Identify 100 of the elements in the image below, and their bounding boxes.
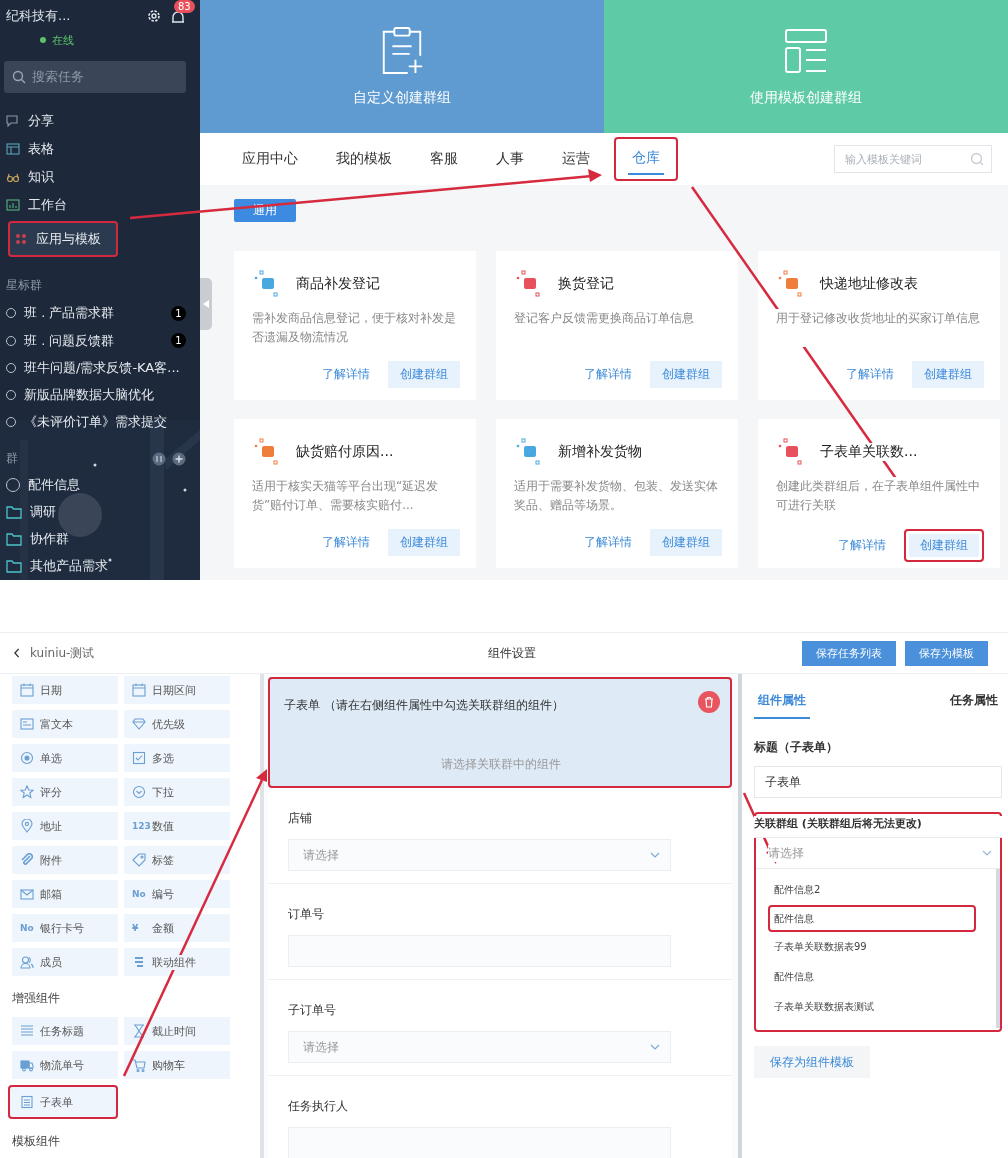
group-item[interactable]: 班 . 产品需求群 1 [0, 299, 200, 328]
star-icon [20, 785, 34, 799]
radio-icon [20, 751, 34, 765]
nav-item[interactable]: 分享 [0, 106, 200, 135]
component-item[interactable]: 地址 [12, 812, 118, 840]
subform-card[interactable]: 子表单 （请在右侧组件属性中勾选关联群组的组件） 请选择关联群中的组件 [268, 677, 732, 788]
component-item[interactable]: 附件 [12, 846, 118, 874]
template-search-field[interactable]: 输入模板关键词 [834, 145, 992, 173]
chat-icon [6, 113, 20, 128]
section-title: 星标群 [5, 276, 43, 294]
caret-icon [203, 300, 209, 308]
dropdown-option[interactable]: 配件信息 [768, 905, 976, 932]
field-label: 标题（子表单） [754, 739, 839, 756]
component-item[interactable]: 评分 [12, 778, 118, 806]
group-item[interactable]: 配件信息 [0, 471, 200, 499]
group-item[interactable]: 新版品牌数据大脑优化 [0, 381, 200, 409]
diamond-icon [132, 717, 146, 731]
group-item[interactable]: 调研 [0, 498, 200, 526]
card-title: 缺货赔付原因... [296, 443, 394, 461]
component-item[interactable]: 优先级 [124, 710, 230, 738]
component-item[interactable]: 成员 [12, 948, 118, 976]
group-item[interactable]: 其他产品需求 [0, 552, 200, 580]
company-name: 纪科技有... [6, 6, 72, 25]
component-item[interactable]: 截止时间 [124, 1017, 230, 1045]
nav-item[interactable]: 工作台 [0, 190, 200, 219]
folder-icon [6, 558, 22, 575]
component-item[interactable]: 联动组件 [124, 948, 230, 976]
card-title: 商品补发登记 [296, 275, 380, 293]
dropdown-option[interactable]: 配件信息2 [754, 875, 996, 905]
folder-icon [6, 503, 22, 520]
component-item[interactable]: 日期 [12, 676, 118, 704]
nav-item[interactable]: 应用与模板 [8, 220, 118, 257]
back-link[interactable]: kuiniu-测试 [12, 644, 95, 662]
component-item[interactable]: No 银行卡号 [12, 914, 118, 942]
component-item[interactable]: 多选 [124, 744, 230, 772]
group-item[interactable]: 班 . 问题反馈群 1 [0, 327, 200, 355]
category-tab[interactable]: 应用中心 [224, 137, 316, 181]
details-link[interactable]: 了解详情 [584, 534, 632, 551]
envelope-icon [20, 887, 34, 901]
category-tab[interactable]: 人事 [478, 137, 542, 181]
page-title: 组件设置 [488, 644, 536, 662]
component-item[interactable]: 购物车 [124, 1051, 230, 1079]
search-icon [970, 152, 984, 166]
details-link[interactable]: 了解详情 [322, 366, 370, 383]
details-link[interactable]: 了解详情 [322, 534, 370, 551]
dropdown-option[interactable]: 子表单关联数据表测试 [754, 992, 996, 1022]
details-link[interactable]: 了解详情 [838, 537, 886, 554]
property-tab[interactable]: 组件属性 [754, 688, 810, 719]
tag-icon [132, 853, 146, 867]
component-item[interactable]: 123 数值 [124, 812, 230, 840]
dropdown-option[interactable]: 子表单关联数据表99 [754, 932, 996, 962]
card-title: 新增补发货物 [558, 443, 642, 461]
dropdown-icon [132, 785, 146, 799]
category-tab[interactable]: 仓库 [614, 137, 678, 181]
component-item[interactable]: 日期区间 [124, 676, 230, 704]
component-item[interactable]: 标签 [124, 846, 230, 874]
bell-icon[interactable] [170, 9, 186, 26]
field-label: 任务执行人 [288, 1098, 349, 1115]
search-field[interactable]: 搜索任务 [4, 60, 186, 93]
people-icon [20, 955, 34, 969]
component-item[interactable]: 子表单 [8, 1085, 118, 1119]
component-item[interactable]: 下拉 [124, 778, 230, 806]
subform-title: 子表单 [284, 697, 320, 714]
card-title: 子表单关联数... [820, 443, 918, 461]
category-tab[interactable]: 运营 [544, 137, 608, 181]
settings-icon[interactable] [146, 7, 162, 24]
category-tab[interactable]: 客服 [412, 137, 476, 181]
table-icon [20, 1095, 34, 1109]
component-item[interactable]: 单选 [12, 744, 118, 772]
group-item[interactable]: 协作群 [0, 525, 200, 553]
save-template-button[interactable]: 保存为组件模板 [754, 1046, 870, 1078]
property-tab[interactable]: 任务属性 [946, 688, 1002, 719]
field-label: 订单号 [288, 906, 325, 923]
subform-placeholder: 请选择关联群中的组件 [440, 756, 562, 773]
folder-icon [6, 531, 22, 548]
details-link[interactable]: 了解详情 [584, 366, 632, 383]
category-tab[interactable]: 我的模板 [318, 137, 410, 181]
count-badge: 1 [171, 305, 186, 321]
nav-item[interactable]: 表格 [0, 134, 200, 163]
status-label: 在线 [52, 32, 74, 48]
component-item[interactable]: No 编号 [124, 880, 230, 908]
delete-icon[interactable] [698, 691, 720, 713]
group-item[interactable]: 班牛问题/需求反馈-KA客... [0, 354, 200, 382]
details-link[interactable]: 了解详情 [846, 366, 894, 383]
section-title: 模板组件 [12, 1133, 61, 1150]
collapse-handle[interactable] [200, 278, 212, 330]
title-input-field[interactable]: 子表单 [754, 766, 1002, 798]
notification-badge: 83 [174, 0, 195, 13]
chevron-down-icon [982, 848, 992, 858]
truck-icon [20, 1058, 34, 1072]
add-icon[interactable] [172, 451, 186, 466]
component-item[interactable]: ¥ 金额 [124, 914, 230, 942]
component-item[interactable]: 邮箱 [12, 880, 118, 908]
dropdown-option[interactable]: 配件信息 [754, 962, 996, 992]
field-label: 关联群组 (关联群组后将无法更改) [754, 816, 1002, 838]
nav-item[interactable]: 知识 [0, 162, 200, 191]
component-item[interactable]: 物流单号 [12, 1051, 118, 1079]
group-item[interactable]: 《未评价订单》需求提交 [0, 408, 200, 437]
component-item[interactable]: 富文本 [12, 710, 118, 738]
component-item[interactable]: 任务标题 [12, 1017, 118, 1045]
